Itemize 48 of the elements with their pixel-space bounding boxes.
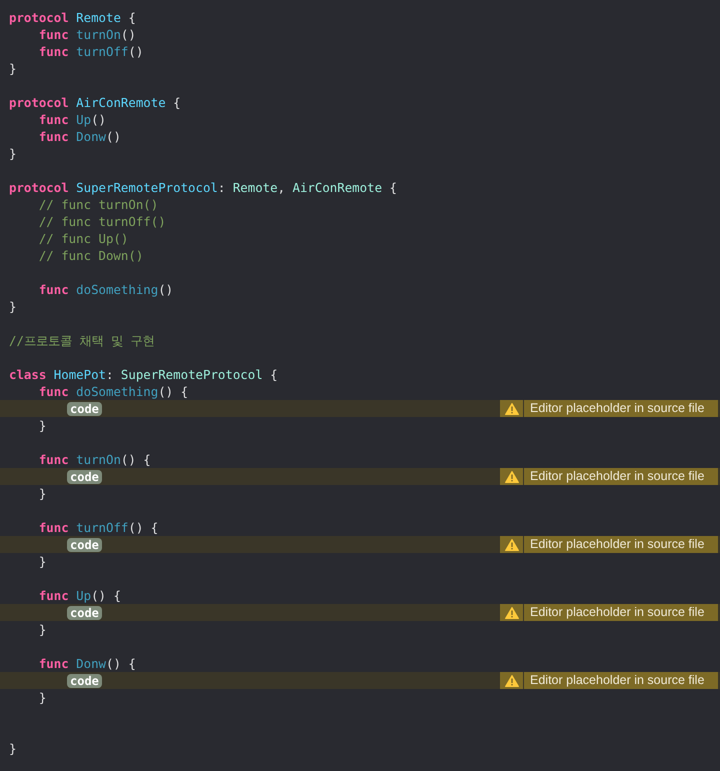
code-line: func turnOff() { xyxy=(38,519,158,536)
code-line: } xyxy=(9,740,16,757)
code-line: } xyxy=(38,553,46,570)
code-line: } xyxy=(38,621,46,638)
code-line: func Up() { xyxy=(38,587,121,604)
code-line: func turnOn() xyxy=(38,26,136,43)
issue-banner[interactable]: Editor placeholder in source file xyxy=(500,400,718,417)
code-line: func doSomething() { xyxy=(38,383,188,400)
code-line: protocol AirConRemote { xyxy=(9,94,181,111)
issue-banner[interactable]: Editor placeholder in source file xyxy=(500,672,718,689)
code-line: func Donw() { xyxy=(38,655,136,672)
issue-banner[interactable]: Editor placeholder in source file xyxy=(500,604,718,621)
code-line: class HomePot: SuperRemoteProtocol { xyxy=(9,366,278,383)
code-line: protocol SuperRemoteProtocol: Remote, AirConRemote { xyxy=(9,179,397,196)
editor-placeholder[interactable]: code xyxy=(67,606,102,620)
issue-message: Editor placeholder in source file xyxy=(529,400,704,417)
issue-message: Editor placeholder in source file xyxy=(529,536,704,553)
code-line: // func turnOff() xyxy=(38,213,166,230)
code-line: } xyxy=(9,145,16,162)
issue-message: Editor placeholder in source file xyxy=(529,468,704,485)
warning-icon xyxy=(504,538,518,550)
issue-banner[interactable]: Editor placeholder in source file xyxy=(500,468,718,485)
code-line: } xyxy=(38,689,46,706)
issue-message: Editor placeholder in source file xyxy=(529,672,704,689)
warning-icon xyxy=(504,674,518,686)
code-line: func Up() xyxy=(38,111,106,128)
code-line: } xyxy=(9,298,16,315)
code-line: // func Up() xyxy=(38,230,128,247)
code-line: //프로토콜 채택 및 구현 xyxy=(9,332,154,349)
code-line: func Donw() xyxy=(38,128,121,145)
issue-banner[interactable]: Editor placeholder in source file xyxy=(500,536,718,553)
code-line: protocol Remote { xyxy=(9,9,136,26)
editor-placeholder[interactable]: code xyxy=(67,538,102,552)
issue-message: Editor placeholder in source file xyxy=(529,604,704,621)
editor-placeholder[interactable]: code xyxy=(67,470,102,484)
editor-placeholder[interactable]: code xyxy=(67,402,102,416)
code-line: } xyxy=(9,60,16,77)
code-line: } xyxy=(38,417,46,434)
code-line: func turnOn() { xyxy=(38,451,151,468)
code-line: // func turnOn() xyxy=(38,196,158,213)
code-line: // func Down() xyxy=(38,247,144,264)
code-line: } xyxy=(38,485,46,502)
warning-icon xyxy=(504,402,518,414)
warning-icon xyxy=(504,470,518,482)
code-line: func doSomething() xyxy=(38,281,174,298)
code-line: func turnOff() xyxy=(38,43,144,60)
warning-icon xyxy=(504,606,518,618)
editor-placeholder[interactable]: code xyxy=(67,674,102,688)
